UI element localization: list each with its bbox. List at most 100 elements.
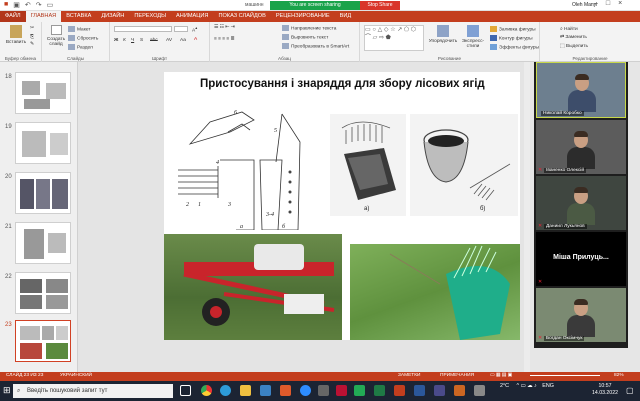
slide-thumbnail[interactable]: 18 <box>3 72 75 116</box>
cut-icon[interactable]: ✂ <box>30 26 34 31</box>
drawing-label: 2 <box>186 202 189 208</box>
maximize-icon[interactable]: □ <box>606 0 610 7</box>
reset-button[interactable]: Сбросить <box>68 35 98 41</box>
reset-icon <box>68 35 75 41</box>
taskbar-clock[interactable]: 10:57 14.03.2022 <box>592 383 618 397</box>
bold-icon[interactable]: Ж <box>114 38 118 43</box>
save-icon[interactable]: ▣ <box>13 1 20 9</box>
taskbar-search-box[interactable]: ⌕ Введіть пошуковий запит тут <box>13 384 173 398</box>
drawing-label: 3 <box>227 202 231 208</box>
explorer-icon[interactable] <box>240 385 251 396</box>
stop-share-button[interactable]: Stop Share <box>360 1 400 10</box>
shape-outline-button[interactable]: Контур фигуры <box>490 35 533 41</box>
slide-canvas[interactable]: Пристосування і знаряддя для збору лісов… <box>164 72 520 340</box>
participant-tile[interactable]: ✕ Богдан Оксімчук <box>536 288 626 342</box>
tab-insert[interactable]: ВСТАВКА <box>61 11 96 22</box>
font-size-select[interactable] <box>174 26 188 32</box>
slideshow-icon[interactable]: ▭ <box>47 1 54 9</box>
layout-button[interactable]: Макет <box>68 26 91 32</box>
shapes-gallery[interactable]: ▭ ○ △ ◇ ☆ ↗ ⬠ ⬡ ⌒ ▱ ⇨ ⬟ <box>364 25 424 51</box>
underline-icon[interactable]: Ч <box>131 38 134 43</box>
replace-button[interactable]: ⇄ Заменить <box>560 35 587 40</box>
slide-thumbnail[interactable]: 22 <box>3 272 75 316</box>
slide-thumbnail[interactable]: 19 <box>3 122 75 166</box>
tab-view[interactable]: ВИД <box>335 11 357 22</box>
zoom-icon[interactable] <box>300 385 311 396</box>
tab-review[interactable]: РЕЦЕНЗИРОВАНИЕ <box>271 11 335 22</box>
italic-icon[interactable]: К <box>123 38 126 43</box>
task-view-icon[interactable] <box>180 385 191 396</box>
keyboard-language[interactable]: ENG <box>542 383 554 389</box>
tray-icons[interactable]: ^ ▭ ☁ ♪ <box>517 383 537 389</box>
edge-icon[interactable] <box>220 385 231 396</box>
tab-slideshow[interactable]: ПОКАЗ СЛАЙДОВ <box>213 11 270 22</box>
chrome-icon[interactable] <box>201 385 212 396</box>
language-indicator[interactable]: УКРАИНСКИЙ <box>60 373 92 378</box>
find-button[interactable]: ⌕ Найти <box>560 26 578 32</box>
change-case-icon[interactable]: Aa <box>180 38 186 43</box>
quick-styles-button[interactable]: Экспресс-стили <box>458 25 488 49</box>
smartart-button[interactable]: Преобразовать в SmartArt <box>282 43 349 49</box>
font-color-icon[interactable]: A <box>194 37 197 42</box>
view-buttons[interactable]: ▭ ▦ ▤ ▣ <box>490 373 512 378</box>
slide-thumbnail-selected[interactable]: 23 <box>3 320 75 364</box>
slide-thumbnail[interactable]: 21 <box>3 222 75 266</box>
app-icon[interactable] <box>474 385 485 396</box>
start-icon[interactable]: ⊞ <box>3 386 12 395</box>
weather-temperature[interactable]: 2°C <box>500 383 509 389</box>
strikethrough-icon[interactable]: abc <box>150 38 158 43</box>
align-icons[interactable]: ≡ ≡ ≡ ≡ ≣ <box>214 37 235 42</box>
shape-fill-button[interactable]: Заливка фигуры <box>490 26 536 32</box>
participant-tile[interactable]: ✕ Даниил Лукьянов <box>536 176 626 230</box>
grow-font-icon[interactable]: A▴ <box>192 25 197 34</box>
slide-thumbnail[interactable]: 20 <box>3 172 75 216</box>
notes-button[interactable]: ЗАМЕТКИ <box>398 373 420 378</box>
zoom-slider[interactable] <box>530 375 600 376</box>
powerpoint-taskbar-icon[interactable] <box>394 385 405 396</box>
arrange-button[interactable]: Упорядочить <box>428 25 458 44</box>
close-icon[interactable]: × <box>618 0 622 7</box>
tab-design[interactable]: ДИЗАЙН <box>96 11 129 22</box>
participant-tile[interactable]: ✕ Іваненко Олексій <box>536 120 626 174</box>
tab-animations[interactable]: АНИМАЦИЯ <box>171 11 213 22</box>
tab-transitions[interactable]: ПЕРЕХОДЫ <box>129 11 171 22</box>
zoom-level[interactable]: 82% <box>614 373 624 378</box>
text-direction-button[interactable]: Направление текста <box>282 25 336 31</box>
paste-button[interactable]: Вставить <box>4 25 28 45</box>
app-icon[interactable] <box>280 385 291 396</box>
char-spacing-icon[interactable]: AV <box>166 38 172 43</box>
vertical-scrollbar[interactable] <box>524 62 530 372</box>
shadow-icon[interactable]: S <box>140 38 143 43</box>
editing-group-label: Редактирование <box>572 56 608 61</box>
notifications-icon[interactable]: ▢ <box>626 386 634 395</box>
app-icon[interactable] <box>354 385 365 396</box>
participant-tile[interactable]: Николай Коробко <box>536 62 626 118</box>
new-slide-button[interactable]: Создать слайд <box>45 25 67 47</box>
copy-icon[interactable]: ⎘ <box>30 34 34 40</box>
smartart-icon <box>282 43 289 49</box>
app-icon[interactable] <box>336 385 347 396</box>
app-icon[interactable] <box>260 385 271 396</box>
format-painter-icon[interactable]: ✎ <box>30 42 34 47</box>
comments-button[interactable]: ПРИМЕЧАНИЯ <box>440 373 474 378</box>
shape-effects-button[interactable]: Эффекты фигуры <box>490 44 539 50</box>
minimize-icon[interactable]: – <box>594 0 598 7</box>
berry-scoop-sketch <box>389 245 510 340</box>
tab-file[interactable]: ФАЙЛ <box>0 11 26 22</box>
participant-tile[interactable]: Міша Прилуць... ✕ <box>536 232 626 286</box>
undo-icon[interactable]: ↶ <box>25 1 31 9</box>
redo-icon[interactable]: ↷ <box>36 1 42 9</box>
bullets-icon[interactable]: ☰ ☷ ⇤ ⇥ <box>214 25 235 30</box>
align-text-button[interactable]: Выровнять текст <box>282 34 328 40</box>
slide-title[interactable]: Пристосування і знаряддя для збору лісов… <box>200 78 520 90</box>
app-icon[interactable] <box>434 385 445 396</box>
excel-icon[interactable] <box>374 385 385 396</box>
select-button[interactable]: ⬚ Выделить <box>560 44 588 49</box>
app-icon[interactable] <box>318 385 329 396</box>
section-button[interactable]: Раздел <box>68 44 93 50</box>
basket-rake-sketch <box>423 129 511 201</box>
tab-home[interactable]: ГЛАВНАЯ <box>25 11 62 22</box>
font-family-select[interactable] <box>114 26 172 32</box>
app-icon[interactable] <box>454 385 465 396</box>
word-icon[interactable] <box>414 385 425 396</box>
